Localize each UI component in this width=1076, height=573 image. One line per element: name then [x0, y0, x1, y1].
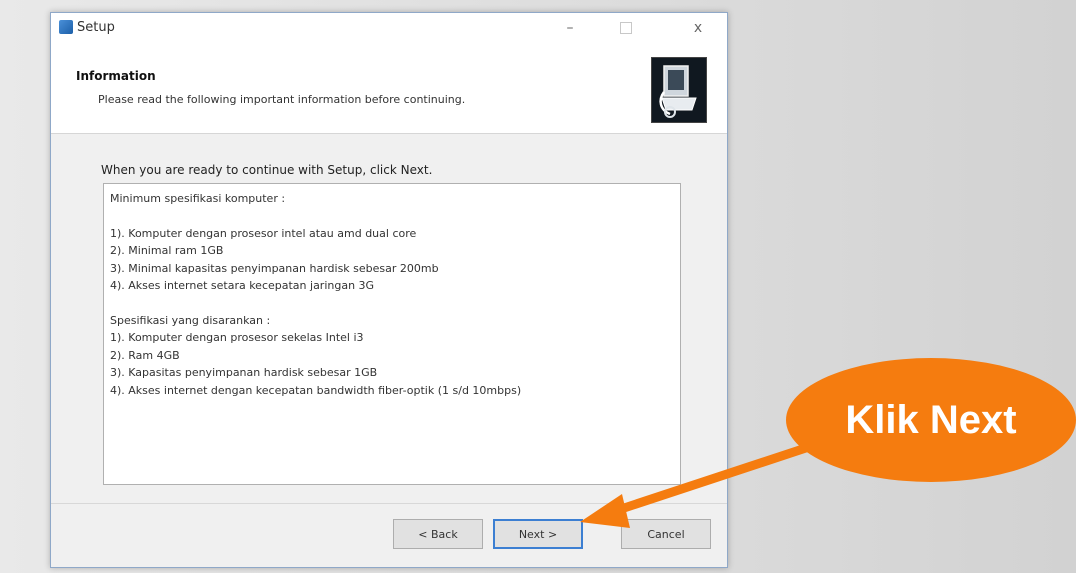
instruction-text: When you are ready to continue with Setu…: [101, 163, 433, 177]
window-title: Setup: [77, 20, 115, 35]
title-bar[interactable]: Setup – x: [51, 13, 727, 45]
info-line: 1). Komputer dengan prosesor sekelas Int…: [110, 331, 364, 344]
maximize-icon: [620, 22, 632, 34]
footer-divider: [51, 503, 727, 504]
info-line: Minimum spesifikasi komputer :: [110, 192, 286, 205]
klik-next-callout: Klik Next: [786, 358, 1076, 482]
info-blank-line: [110, 295, 674, 312]
info-line: 3). Kapasitas penyimpanan hardisk sebesa…: [110, 366, 378, 379]
page-title: Information: [76, 69, 156, 83]
information-memo[interactable]: Minimum spesifikasi komputer : 1). Kompu…: [103, 183, 681, 485]
info-line: 4). Akses internet dengan kecepatan band…: [110, 383, 522, 397]
info-line: Spesifikasi yang disarankan :: [110, 313, 271, 327]
info-line: 4). Akses internet setara kecepatan jari…: [110, 279, 375, 292]
cancel-button[interactable]: Cancel: [621, 519, 711, 549]
maximize-button[interactable]: [607, 17, 645, 39]
info-line: 2). Ram 4GB: [110, 348, 180, 362]
next-button[interactable]: Next >: [493, 519, 583, 549]
info-blank-line: [110, 208, 674, 225]
setup-app-icon: [59, 20, 73, 34]
setup-computer-icon: [651, 57, 707, 123]
minimize-button[interactable]: –: [551, 17, 589, 39]
close-button[interactable]: x: [679, 17, 717, 39]
wizard-header: Information Please read the following im…: [51, 45, 727, 134]
setup-window: Setup – x Information Please read the fo…: [50, 12, 728, 568]
page-subtitle: Please read the following important info…: [98, 93, 466, 106]
info-line: 3). Minimal kapasitas penyimpanan hardis…: [110, 261, 439, 275]
info-line: 1). Komputer dengan prosesor intel atau …: [110, 226, 417, 240]
info-line: 2). Minimal ram 1GB: [110, 244, 224, 257]
back-button[interactable]: < Back: [393, 519, 483, 549]
callout-label: Klik Next: [845, 397, 1017, 442]
